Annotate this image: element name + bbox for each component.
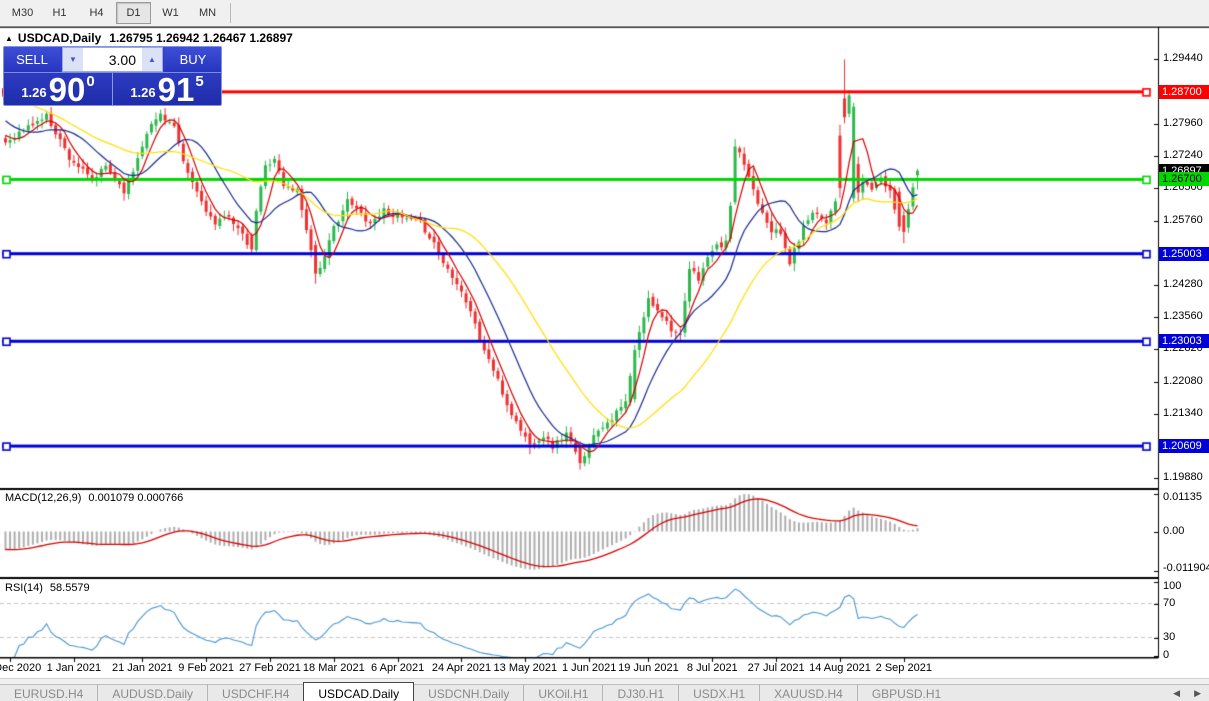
rsi-value: 58.5579 (49, 582, 90, 594)
chart-symbol-period: USDCAD,Daily (17, 31, 102, 45)
volume-input[interactable]: 3.00 (83, 48, 142, 71)
sell-price-prefix: 1.26 (21, 85, 47, 100)
macd-axis-label: 0.00 (1163, 524, 1185, 537)
date-axis-label: 12 Dec 2020 (0, 662, 42, 674)
price-tick-label: 1.22080 (1163, 374, 1203, 387)
tab-scroll-controls: ◀ ▶ (1173, 685, 1209, 701)
price-tick-label: 1.27960 (1163, 117, 1203, 130)
price-tick-label: 1.27240 (1163, 148, 1203, 161)
price-tick-label: 1.21340 (1163, 407, 1203, 420)
buy-button[interactable]: BUY (165, 47, 221, 72)
sell-price-pip-digit: 0 (86, 73, 95, 90)
macd-axis-label: 0.01135 (1163, 491, 1202, 503)
volume-increase-button[interactable]: ▲ (142, 48, 162, 71)
chart-tab-audusd-daily[interactable]: AUDUSD.Daily (97, 685, 207, 701)
macd-label: MACD(12,26,9) (5, 492, 82, 504)
chart-tab-xauusd-h4[interactable]: XAUUSD.H4 (759, 685, 857, 701)
macd-indicator-label: MACD(12,26,9) 0.001079 0.000766 (5, 492, 183, 504)
trade-panel-top-row: SELL ▼ 3.00 ▲ BUY (4, 47, 221, 73)
chart-tabs: EURUSD.H4 AUDUSD.Daily USDCHF.H4 USDCAD.Dai… (0, 682, 955, 701)
date-axis-label: 6 Apr 2021 (371, 662, 425, 674)
terminal-window: M30 H1 H4 D1 W1 MN ▲ USDCAD,Daily 1.26795 1.2… (0, 0, 1209, 701)
timeframe-button-mn[interactable]: MN (190, 2, 225, 24)
date-axis-label: 1 Jan 2021 (46, 662, 102, 674)
chart-title: ▲ USDCAD,Daily 1.26795 1.26942 1.26467 1… (5, 31, 293, 45)
date-axis-label: 13 May 2021 (493, 662, 558, 674)
date-axis-label: 1 Jun 2021 (561, 662, 617, 674)
volume-stepper: ▼ 3.00 ▲ (62, 47, 163, 72)
price-level-badge: 1.28700 (1159, 84, 1209, 99)
one-click-trade-panel: SELL ▼ 3.00 ▲ BUY 1.26 90 0 1.26 91 5 (3, 46, 222, 106)
timeframe-buttons: M30 H1 H4 D1 W1 MN (4, 2, 226, 24)
timeframe-toolbar: M30 H1 H4 D1 W1 MN (0, 0, 1209, 27)
rsi-indicator-label: RSI(14) 58.5579 (5, 582, 90, 594)
date-axis-label: 27 Jul 2021 (747, 662, 805, 674)
date-axis-label: 24 Apr 2021 (431, 662, 492, 674)
date-axis-label: 9 Feb 2021 (178, 662, 234, 674)
tab-scroll-right-icon[interactable]: ▶ (1194, 688, 1201, 699)
chart-tab-usdx-h1[interactable]: USDX.H1 (678, 685, 759, 701)
buy-price-big-digits: 91 (157, 71, 195, 108)
timeframe-button-m30[interactable]: M30 (5, 2, 40, 24)
chart-tab-eurusd-h4[interactable]: EURUSD.H4 (0, 685, 97, 701)
macd-values: 0.001079 0.000766 (88, 492, 184, 504)
toolbar-separator (230, 3, 231, 23)
price-tick-label: 1.29440 (1163, 52, 1203, 65)
date-axis-label: 8 Jul 2021 (686, 662, 738, 674)
price-tick-label: 1.19880 (1163, 471, 1203, 483)
date-axis-label: 21 Jan 2021 (112, 662, 173, 674)
price-level-badge: 1.23003 (1159, 334, 1209, 349)
price-tick-label: 1.24280 (1163, 278, 1203, 291)
sell-price-display: 1.26 90 0 (4, 71, 113, 108)
price-tick-label: 1.23560 (1163, 309, 1203, 322)
timeframe-button-w1[interactable]: W1 (153, 2, 188, 24)
rsi-axis-label: 70 (1163, 596, 1176, 609)
buy-price-display: 1.26 91 5 (113, 71, 221, 108)
date-axis-label: 27 Feb 2021 (239, 662, 301, 674)
chart-tab-ukoil-h1[interactable]: UKOil.H1 (523, 685, 602, 701)
date-axis-label: 19 Jun 2021 (618, 662, 679, 674)
date-axis-label: 14 Aug 2021 (809, 662, 871, 674)
chart-tab-usdcad-daily[interactable]: USDCAD.Daily (303, 682, 415, 701)
price-level-badge: 1.26700 (1159, 172, 1209, 187)
chart-tab-usdchf-h4[interactable]: USDCHF.H4 (207, 685, 303, 701)
buy-price-prefix: 1.26 (130, 85, 156, 100)
sell-price-big-digits: 90 (48, 71, 86, 108)
tab-scroll-left-icon[interactable]: ◀ (1173, 688, 1180, 699)
price-tick-label: 1.25760 (1163, 213, 1203, 226)
rsi-axis-label: 0 (1163, 649, 1170, 661)
rsi-axis-label: 100 (1163, 580, 1182, 592)
sell-button[interactable]: SELL (4, 47, 60, 72)
chart-tab-gbpusd-h1[interactable]: GBPUSD.H1 (856, 685, 955, 701)
chart-tab-usdcnh-daily[interactable]: USDCNH.Daily (414, 685, 523, 701)
price-level-badge: 1.20609 (1159, 439, 1209, 454)
timeframe-button-d1[interactable]: D1 (116, 2, 151, 24)
trade-panel-price-row: 1.26 90 0 1.26 91 5 (4, 71, 221, 108)
one-click-collapse-icon[interactable]: ▲ (5, 34, 13, 43)
date-axis-label: 18 Mar 2021 (302, 662, 365, 674)
chart-ohlc-values: 1.26795 1.26942 1.26467 1.26897 (109, 31, 293, 45)
chart-tab-dj30-h1[interactable]: DJ30.H1 (602, 685, 678, 701)
date-axis-label: 2 Sep 2021 (875, 662, 932, 674)
buy-price-pip-digit: 5 (195, 73, 204, 90)
rsi-label: RSI(14) (5, 582, 43, 594)
volume-decrease-button[interactable]: ▼ (63, 48, 83, 71)
chart-tab-bar: EURUSD.H4 AUDUSD.Daily USDCHF.H4 USDCAD.Dai… (0, 682, 1209, 701)
rsi-axis-label: 30 (1163, 630, 1176, 643)
down-triangle-icon: ▼ (69, 55, 77, 64)
macd-axis-label: -0.011904 (1163, 562, 1209, 574)
timeframe-button-h1[interactable]: H1 (42, 2, 77, 24)
price-level-badge: 1.25003 (1159, 246, 1209, 261)
up-triangle-icon: ▲ (148, 55, 156, 64)
timeframe-button-h4[interactable]: H4 (79, 2, 114, 24)
